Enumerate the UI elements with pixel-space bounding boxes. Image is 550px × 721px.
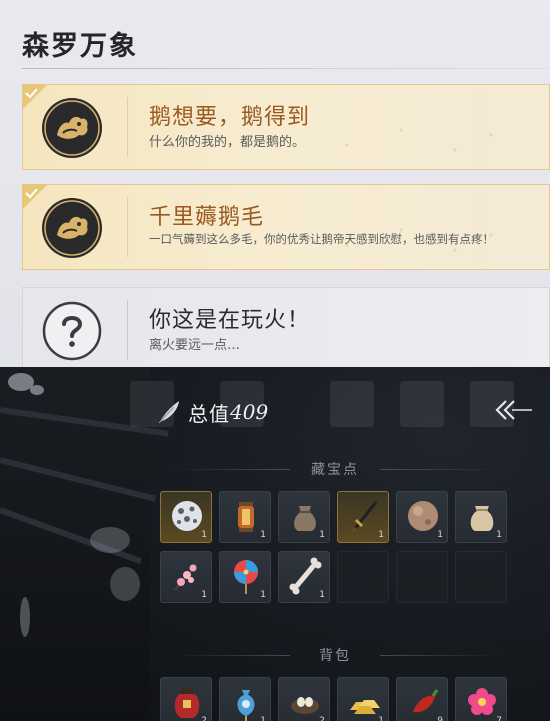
card-divider — [127, 300, 128, 360]
item-quantity: 2 — [201, 716, 207, 721]
treasure-grid: 1 1 1 1 1 1 1 1 1 — [160, 491, 507, 603]
item-quantity: 1 — [201, 590, 207, 600]
goose-emblem-icon — [42, 198, 102, 258]
total-value: 409 — [230, 400, 269, 424]
item-quantity: 1 — [319, 590, 325, 600]
achievement-desc: 一口气薅到这么多毛，你的优秀让鹅帝天感到欣慰，也感到有点疼！ — [149, 232, 494, 246]
item-quantity: 1 — [378, 716, 384, 721]
checkmark-icon — [22, 184, 48, 210]
item-quantity: 1 — [260, 716, 266, 721]
item-quantity: 1 — [260, 590, 266, 600]
achievements-title: 森罗万象 — [22, 31, 138, 62]
title-divider — [22, 68, 550, 69]
item-slot[interactable]: 9 — [396, 677, 448, 721]
item-slot[interactable]: 2 — [278, 677, 330, 721]
item-quantity: 1 — [260, 530, 266, 540]
feather-icon — [158, 401, 179, 424]
empty-slot — [455, 551, 507, 603]
bag-grid: 2 1 2 1 9 7 — [160, 677, 507, 721]
item-quantity: 1 — [319, 530, 325, 540]
goose-emblem-icon — [42, 98, 102, 158]
item-slot[interactable]: 1 — [219, 491, 271, 543]
inventory-panel: 总值 409 藏宝点 1 1 1 1 1 1 1 1 1 背包 2 1 2 1 … — [0, 367, 550, 721]
achievement-desc: 什么你的我的，都是鹅的。 — [149, 135, 306, 150]
item-quantity: 1 — [437, 530, 443, 540]
card-divider — [127, 97, 128, 157]
item-slot[interactable]: 1 — [160, 551, 212, 603]
item-slot[interactable]: 1 — [455, 491, 507, 543]
total-label: 总值 — [188, 401, 230, 426]
item-quantity: 1 — [496, 530, 502, 540]
checkmark-icon — [22, 84, 48, 110]
item-slot[interactable]: 1 — [278, 551, 330, 603]
total-value-row: 总值 409 — [156, 397, 268, 427]
item-quantity: 7 — [496, 716, 502, 721]
item-slot[interactable]: 1 — [160, 491, 212, 543]
achievement-card-1[interactable]: 鹅想要，鹅得到 什么你的我的，都是鹅的。 — [22, 84, 550, 170]
achievement-desc: 离火要远一点… — [149, 338, 241, 353]
item-slot[interactable]: 2 — [160, 677, 212, 721]
collapse-arrows-icon[interactable] — [492, 395, 534, 425]
empty-slot — [396, 551, 448, 603]
item-slot[interactable]: 1 — [396, 491, 448, 543]
achievement-card-3[interactable]: 你这是在玩火！ 离火要远一点… — [22, 287, 550, 367]
achievement-name: 你这是在玩火！ — [149, 308, 311, 333]
item-slot[interactable]: 1 — [219, 551, 271, 603]
bag-section-title: 背包 — [160, 645, 510, 665]
achievement-name: 鹅想要，鹅得到 — [149, 105, 311, 130]
item-quantity: 2 — [319, 716, 325, 721]
empty-slot — [337, 551, 389, 603]
item-quantity: 1 — [378, 530, 384, 540]
achievements-panel: 森罗万象 鹅想要，鹅得到 什么你的我的，都是鹅的。 千里薅鹅毛 一口气薅到这么多… — [0, 0, 550, 367]
item-slot[interactable]: 1 — [219, 677, 271, 721]
card-divider — [127, 197, 128, 257]
item-slot[interactable]: 1 — [337, 677, 389, 721]
item-slot[interactable]: 7 — [455, 677, 507, 721]
question-mark-icon — [42, 301, 102, 361]
achievement-card-2[interactable]: 千里薅鹅毛 一口气薅到这么多毛，你的优秀让鹅帝天感到欣慰，也感到有点疼！ — [22, 184, 550, 270]
item-slot[interactable]: 1 — [337, 491, 389, 543]
achievement-name: 千里薅鹅毛 — [149, 205, 265, 230]
item-quantity: 9 — [437, 716, 443, 721]
item-quantity: 1 — [201, 530, 207, 540]
item-slot[interactable]: 1 — [278, 491, 330, 543]
treasure-section-title: 藏宝点 — [160, 459, 510, 479]
